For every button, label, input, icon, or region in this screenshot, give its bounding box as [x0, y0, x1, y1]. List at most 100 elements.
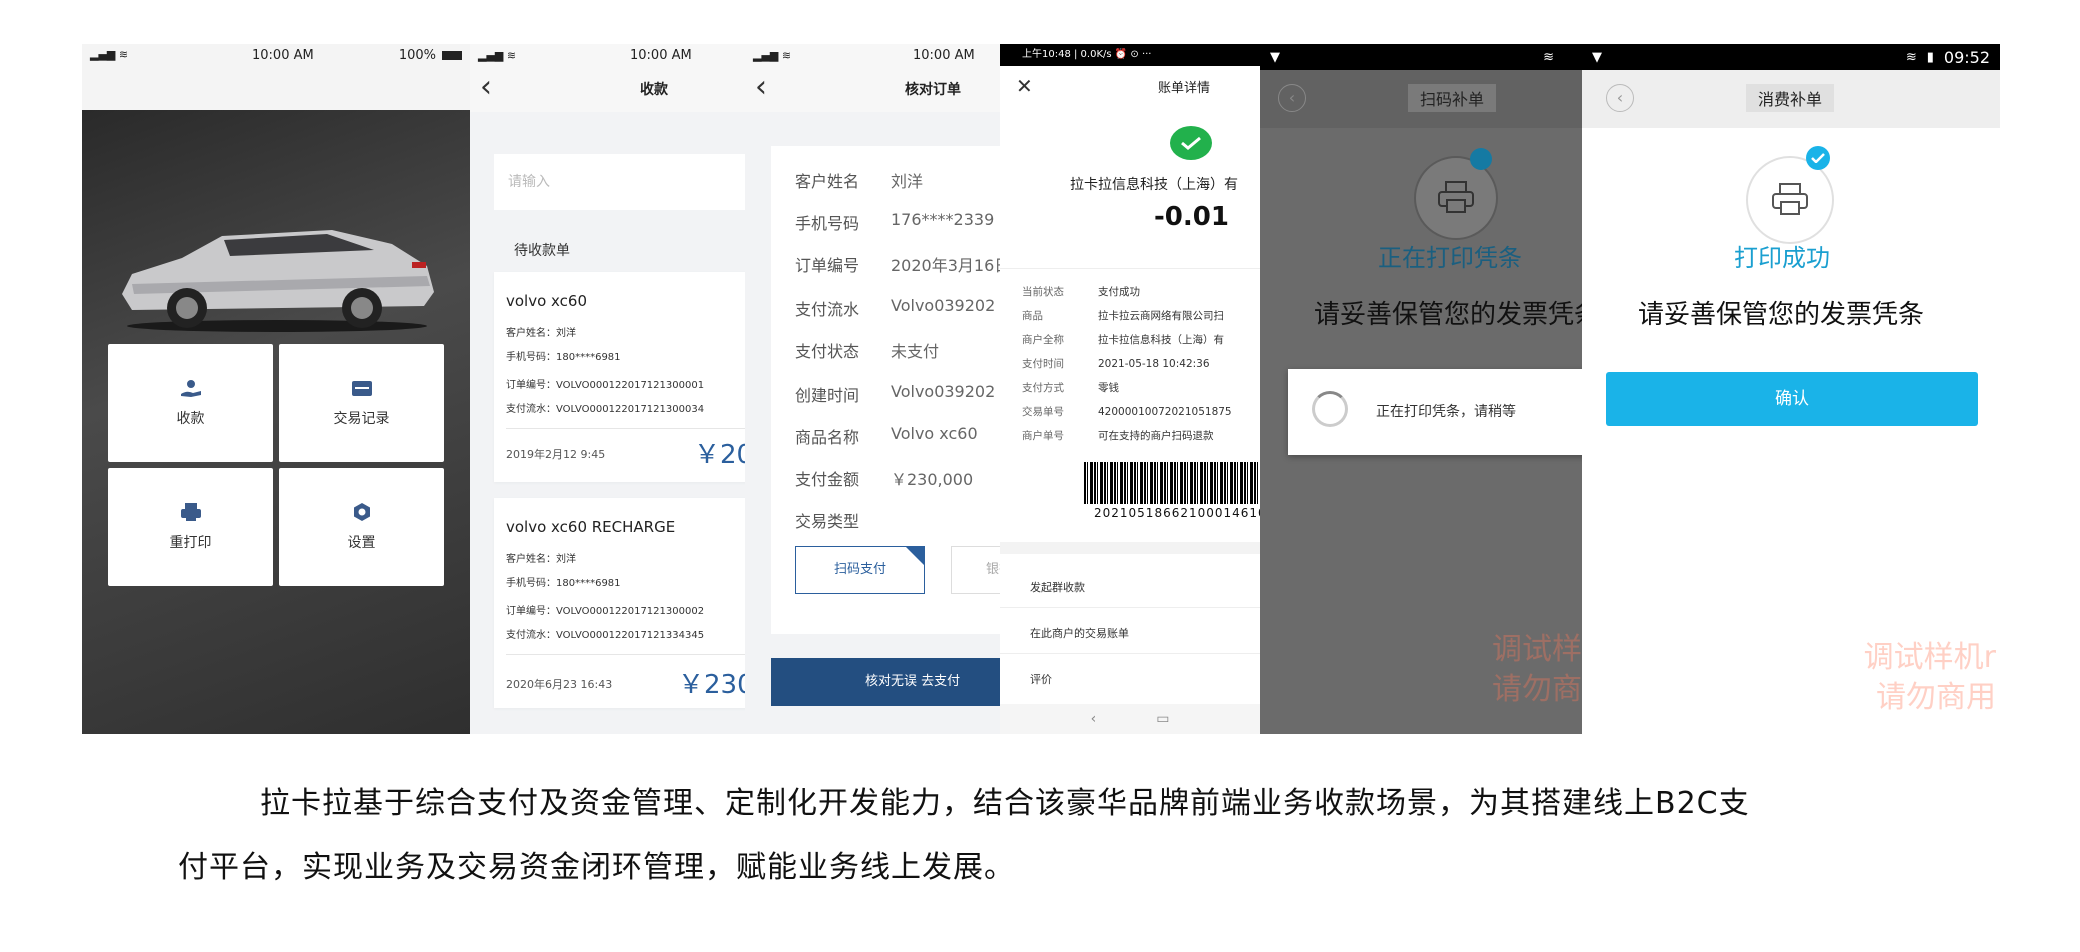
success-title: 打印成功 — [1734, 244, 1830, 272]
search-placeholder: 请输入 — [508, 174, 550, 190]
caption-line-2: 付平台，实现业务及交易资金闭环管理，赋能业务线上发展。 — [178, 850, 1015, 885]
bill-row: 支付时间 2021-05-18 10:42:36 — [1022, 358, 1210, 370]
section-gap — [1000, 542, 1260, 554]
page-title: 扫码补单 — [1408, 84, 1497, 112]
page-title: 消费补单 — [1746, 84, 1835, 112]
card-date: 2020年6月23 16:43 — [506, 678, 613, 691]
hand-coin-icon — [180, 380, 201, 397]
wechat-pay-icon — [1170, 126, 1212, 160]
battery-level: 100% — [399, 48, 462, 63]
keep-receipt-text: 请妥善保管您的发票凭条 — [1314, 300, 1582, 330]
navbar: ‹ 收款 — [470, 66, 745, 112]
back-icon[interactable]: ‹ — [480, 72, 492, 103]
pay-option-bank[interactable]: 银行 — [951, 546, 1000, 594]
divider — [1000, 268, 1260, 269]
screen-print-success: ▼ ≋ ▮ 09:52 ‹ 消费补单 打印成功 请妥善保管您的发票凭条 确认 调… — [1582, 44, 2000, 734]
screen-printing: ▼ ≋ ‹ 扫码补单 正在打印凭条 请妥善保管您的发票凭条 正在打印凭条，请稍等… — [1260, 44, 1582, 734]
nav-home-icon[interactable]: ▭ — [1156, 711, 1169, 727]
tile-label: 收款 — [176, 411, 205, 427]
status-bar: ▂▄▆ ≋ 10:00 AM — [745, 44, 1000, 66]
battery-icon: ▮ — [1926, 49, 1934, 65]
section-title: 待收款单 — [514, 243, 570, 259]
printing-status: 正在打印凭条 — [1378, 244, 1522, 272]
menu-merchant-bills[interactable]: 在此商户的交易账单 — [1000, 614, 1260, 654]
gear-icon — [353, 503, 370, 521]
confirm-button[interactable]: 确认 — [1606, 372, 1978, 426]
tile-reprint[interactable]: 重打印 — [108, 468, 273, 586]
caption-paragraph: 拉卡拉基于综合支付及资金管理、定制化开发能力，结合该豪华品牌前端业务收款场景，为… — [178, 772, 2038, 900]
status-time: 10:00 AM — [913, 47, 975, 63]
page-title: 账单详情 — [1158, 80, 1211, 96]
status-bar: ▼ ≋ — [1260, 44, 1582, 70]
screen-verify-order: ▂▄▆ ≋ 10:00 AM ‹ 核对订单 客户姓名 刘洋 手机号码 176****… — [745, 44, 1000, 734]
screen-bill-detail: 上午10:48 | 0.0K/s ⏰ ⊙ ··· ✕ 账单详情 拉卡拉信息科技（… — [1000, 44, 1260, 734]
barcode-number: 20210518662100014610 — [1094, 506, 1260, 520]
status-bar: ▂▄▆ ≋ 10:00 AM 100% — [82, 44, 470, 110]
bill-row: 商户全称 拉卡拉信息科技（上海）有 — [1022, 334, 1224, 346]
status-time: 10:00 AM — [630, 47, 692, 63]
page-title: 核对订单 — [905, 82, 961, 98]
wifi-icon: ≋ — [1905, 49, 1917, 65]
tile-collect[interactable]: 收款 — [108, 344, 273, 462]
navbar: ‹ 核对订单 — [745, 66, 1000, 112]
screen-collect: ▂▄▆ ≋ 10:00 AM ‹ 收款 请输入 待收款单 volvo xc60 … — [470, 44, 745, 734]
header-bar: ‹ 消费补单 — [1582, 70, 2000, 128]
status-bar: ▂▄▆ ≋ 10:00 AM — [470, 44, 745, 66]
divider — [506, 428, 745, 429]
order-card[interactable]: volvo xc60 RECHARGE 客户姓名：刘洋 手机号码：180****… — [494, 498, 745, 708]
page-title: 收款 — [640, 82, 668, 98]
status-icons: ≋ ▮ 09:52 — [1906, 48, 1990, 67]
menu-review[interactable]: 评价 — [1000, 660, 1260, 700]
notification-icon: ▼ — [1270, 49, 1280, 65]
card-flow: 支付流水：VOLVO000122017121334345 — [506, 630, 705, 641]
pay-option-qr[interactable]: 扫码支付 — [795, 546, 925, 594]
confirm-pay-button[interactable]: 核对无误 去支付 — [771, 658, 1000, 706]
battery-icon — [442, 51, 462, 60]
nav-back-icon[interactable]: ‹ — [1091, 711, 1097, 727]
bill-row: 支付方式 零钱 — [1022, 382, 1119, 394]
screen-home: ▂▄▆ ≋ 10:00 AM 100% 收款 交易记录 重打印 设置 — [82, 44, 470, 734]
bill-row: 商品 拉卡拉云商网络有限公司扫 — [1022, 310, 1224, 322]
card-customer: 客户姓名：刘洋 — [506, 554, 576, 565]
spinner-icon — [1312, 391, 1348, 427]
status-time: 09:52 — [1943, 47, 1990, 67]
card-order: 订单编号：VOLVO000122017121300002 — [506, 606, 705, 617]
close-icon[interactable]: ✕ — [1016, 74, 1033, 98]
card-phone: 手机号码：180****6981 — [506, 578, 621, 589]
card-phone: 手机号码：180****6981 — [506, 352, 621, 363]
tile-label: 重打印 — [169, 535, 212, 551]
card-title: volvo xc60 RECHARGE — [506, 518, 676, 536]
signal-icon: ▂▄▆ ≋ — [90, 48, 129, 61]
back-icon[interactable]: ‹ — [755, 72, 767, 103]
android-nav-bar: ‹ ▭ — [1000, 704, 1260, 734]
search-input[interactable]: 请输入 — [494, 154, 745, 210]
printing-dialog: 正在打印凭条，请稍等 — [1288, 369, 1582, 455]
order-detail-card: 客户姓名 刘洋 手机号码 176****2339 订单编号 2020年3月16日 支付… — [771, 146, 1000, 634]
tile-transactions[interactable]: 交易记录 — [279, 344, 444, 462]
keep-receipt-text: 请妥善保管您的发票凭条 — [1638, 300, 1925, 330]
card-order: 订单编号：VOLVO000122017121300001 — [506, 380, 705, 391]
check-badge-icon — [1470, 148, 1492, 170]
status-bar: 上午10:48 | 0.0K/s ⏰ ⊙ ··· — [1000, 44, 1260, 66]
bill-row: 商户单号 可在支持的商户扫码退款 — [1022, 430, 1214, 442]
notification-icon: ▼ — [1592, 49, 1602, 65]
printer-icon — [180, 503, 201, 521]
signal-icon: ▂▄▆ ≋ — [478, 48, 517, 62]
tile-label: 交易记录 — [333, 411, 390, 427]
dialog-text: 正在打印凭条，请稍等 — [1376, 404, 1516, 420]
back-icon[interactable]: ‹ — [1278, 84, 1306, 112]
menu-group-collect[interactable]: 发起群收款 — [1000, 568, 1260, 608]
card-amount: ￥20 — [694, 440, 745, 470]
bill-amount: -0.01 — [1154, 202, 1229, 232]
card-amount: ￥230 — [678, 670, 745, 700]
tile-label: 设置 — [347, 535, 376, 551]
back-icon[interactable]: ‹ — [1606, 84, 1634, 112]
status-bar: ▼ ≋ ▮ 09:52 — [1582, 44, 2000, 70]
tile-settings[interactable]: 设置 — [279, 468, 444, 586]
order-card[interactable]: volvo xc60 客户姓名：刘洋 手机号码：180****6981 订单编号… — [494, 272, 745, 482]
selected-corner-icon — [906, 547, 924, 565]
barcode — [1084, 462, 1260, 504]
check-badge-icon — [1806, 146, 1830, 170]
car-image — [122, 230, 434, 332]
wallet-icon — [351, 381, 372, 396]
